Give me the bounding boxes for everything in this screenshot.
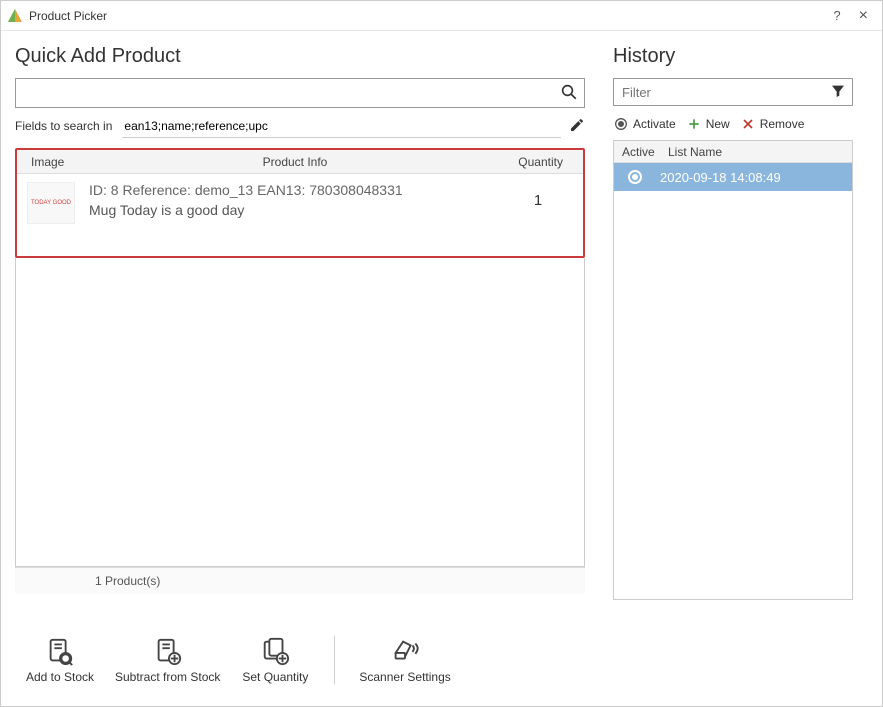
- col-image[interactable]: Image: [17, 155, 87, 169]
- history-pane: History Activate New Remove Active: [613, 41, 853, 600]
- activate-button[interactable]: Activate: [613, 116, 676, 132]
- search-box: [15, 78, 585, 108]
- filter-box: [613, 78, 853, 106]
- hcol-active[interactable]: Active: [614, 145, 662, 159]
- history-list: Active List Name 2020-09-18 14:08:49: [613, 140, 853, 600]
- search-icon[interactable]: [560, 83, 578, 104]
- subtract-from-stock-label: Subtract from Stock: [115, 670, 220, 684]
- product-table-header: Image Product Info Quantity: [17, 150, 583, 174]
- history-item-name: 2020-09-18 14:08:49: [642, 170, 781, 185]
- col-info[interactable]: Product Info: [87, 155, 503, 169]
- product-qty: 1: [503, 182, 573, 209]
- set-quantity-button[interactable]: Set Quantity: [240, 636, 310, 684]
- edit-fields-icon[interactable]: [561, 117, 585, 136]
- add-to-stock-label: Add to Stock: [26, 670, 94, 684]
- titlebar: Product Picker ? ×: [1, 1, 882, 31]
- table-row[interactable]: TODAY GOOD ID: 8 Reference: demo_13 EAN1…: [17, 174, 583, 232]
- product-table-highlight: Image Product Info Quantity TODAY GOOD I…: [15, 148, 585, 258]
- fields-label: Fields to search in: [15, 119, 112, 133]
- bottom-toolbar: Add to Stock Subtract from Stock Set Qua…: [1, 620, 882, 700]
- col-qty[interactable]: Quantity: [503, 155, 583, 169]
- remove-label: Remove: [760, 117, 805, 131]
- product-table-body: [15, 258, 585, 567]
- history-heading: History: [613, 45, 853, 68]
- history-list-header: Active List Name: [614, 141, 852, 163]
- filter-input[interactable]: [620, 84, 830, 101]
- new-label: New: [706, 117, 730, 131]
- set-quantity-label: Set Quantity: [242, 670, 308, 684]
- hcol-name[interactable]: List Name: [662, 145, 852, 159]
- active-radio-icon: [628, 170, 642, 184]
- add-to-stock-button[interactable]: Add to Stock: [25, 636, 95, 684]
- remove-button[interactable]: Remove: [740, 116, 805, 132]
- fields-to-search: Fields to search in: [15, 114, 585, 138]
- product-meta: ID: 8 Reference: demo_13 EAN13: 78030804…: [89, 182, 503, 198]
- quick-add-pane: Quick Add Product Fields to search in Im…: [15, 41, 585, 600]
- scanner-settings-label: Scanner Settings: [359, 670, 450, 684]
- help-button[interactable]: ?: [833, 8, 840, 23]
- product-name: Mug Today is a good day: [89, 202, 503, 218]
- search-input[interactable]: [22, 85, 560, 102]
- product-count-footer: 1 Product(s): [15, 567, 585, 594]
- history-item-selected[interactable]: 2020-09-18 14:08:49: [614, 163, 852, 191]
- scanner-settings-button[interactable]: Scanner Settings: [359, 636, 450, 684]
- activate-label: Activate: [633, 117, 676, 131]
- app-icon: [7, 8, 23, 24]
- product-thumbnail: TODAY GOOD: [27, 182, 75, 224]
- close-button[interactable]: ×: [859, 7, 868, 25]
- fields-input[interactable]: [122, 114, 561, 138]
- quick-add-heading: Quick Add Product: [15, 45, 585, 68]
- history-actions: Activate New Remove: [613, 114, 853, 134]
- subtract-from-stock-button[interactable]: Subtract from Stock: [115, 636, 220, 684]
- filter-icon[interactable]: [830, 83, 846, 102]
- new-button[interactable]: New: [686, 116, 730, 132]
- window-title: Product Picker: [29, 9, 107, 23]
- toolbar-separator: [334, 636, 335, 684]
- product-info-cell: ID: 8 Reference: demo_13 EAN13: 78030804…: [75, 182, 503, 218]
